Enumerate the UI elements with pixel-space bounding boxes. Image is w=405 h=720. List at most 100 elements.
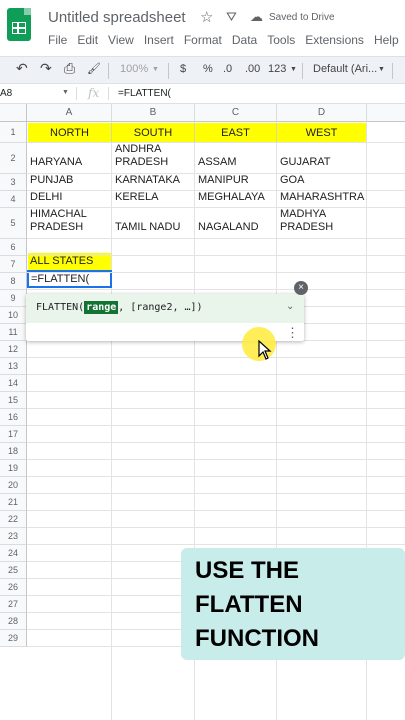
- document-title[interactable]: Untitled spreadsheet: [48, 9, 186, 26]
- close-tooltip-icon[interactable]: ×: [294, 281, 308, 295]
- menu-tools[interactable]: Tools: [267, 33, 295, 47]
- row-header-26[interactable]: 26: [0, 579, 27, 596]
- caption-text: USE THE FLATTEN FUNCTION: [195, 557, 319, 652]
- cell-a7[interactable]: ALL STATES: [27, 255, 112, 268]
- row-header-25[interactable]: 25: [0, 562, 27, 579]
- more-formats-chevron-icon: ▼: [290, 66, 297, 73]
- zoom-select[interactable]: 100%: [120, 63, 148, 75]
- cell-b3[interactable]: KARNATAKA: [112, 174, 194, 187]
- sheets-logo-icon[interactable]: [7, 8, 31, 41]
- row-header-17[interactable]: 17: [0, 426, 27, 443]
- cell-c5[interactable]: NAGALAND: [195, 221, 277, 234]
- cell-d4[interactable]: MAHARASHTRA: [277, 191, 367, 204]
- cell-a1[interactable]: NORTH: [28, 123, 111, 143]
- formula-input[interactable]: =FLATTEN(: [118, 88, 171, 99]
- row-header-5[interactable]: 5: [0, 208, 27, 239]
- cloud-saved-icon: ☁: [250, 9, 263, 24]
- cell-a2[interactable]: HARYANA: [27, 156, 112, 169]
- row-header-29[interactable]: 29: [0, 630, 27, 647]
- redo-icon[interactable]: ↷: [40, 60, 52, 77]
- cell-b4[interactable]: KERELA: [112, 191, 194, 204]
- row-header-3[interactable]: 3: [0, 174, 27, 191]
- row-header-23[interactable]: 23: [0, 528, 27, 545]
- font-select[interactable]: Default (Ari...: [313, 63, 377, 75]
- row-header-11[interactable]: 11: [0, 324, 27, 341]
- row-header-14[interactable]: 14: [0, 375, 27, 392]
- expand-chevron-icon[interactable]: ⌄: [286, 301, 294, 312]
- cell-c4[interactable]: MEGHALAYA: [195, 191, 277, 204]
- name-box-chevron-icon[interactable]: ▼: [62, 89, 69, 96]
- cell-a3[interactable]: PUNJAB: [27, 174, 112, 187]
- menu-file[interactable]: File: [48, 33, 67, 47]
- increase-decimal-button[interactable]: .00: [245, 63, 260, 75]
- row-header-2[interactable]: 2: [0, 143, 27, 174]
- gridline: [27, 391, 405, 392]
- formula-bar-divider: [108, 87, 109, 100]
- cell-d3[interactable]: GOA: [277, 174, 367, 187]
- undo-icon[interactable]: ↶: [16, 60, 28, 77]
- menu-format[interactable]: Format: [184, 33, 222, 47]
- name-box[interactable]: A8: [0, 88, 70, 99]
- column-header-a[interactable]: A: [27, 104, 112, 122]
- row-header-1[interactable]: 1: [0, 122, 27, 143]
- cell-c1[interactable]: EAST: [195, 123, 276, 143]
- row-header-22[interactable]: 22: [0, 511, 27, 528]
- menu-edit[interactable]: Edit: [77, 33, 98, 47]
- move-to-drive-icon[interactable]: ⛛: [226, 9, 237, 25]
- row-header-28[interactable]: 28: [0, 613, 27, 630]
- menu-help[interactable]: Help: [374, 33, 399, 47]
- percent-format-button[interactable]: %: [203, 63, 213, 75]
- paint-format-icon[interactable]: 🖌: [87, 62, 101, 75]
- cell-d1[interactable]: WEST: [277, 123, 366, 143]
- row-header-13[interactable]: 13: [0, 358, 27, 375]
- gridline: [27, 173, 405, 174]
- print-icon[interactable]: ⎙: [64, 60, 75, 77]
- menu-insert[interactable]: Insert: [144, 33, 174, 47]
- column-header-e[interactable]: [367, 104, 405, 122]
- row-header-10[interactable]: 10: [0, 307, 27, 324]
- row-header-15[interactable]: 15: [0, 392, 27, 409]
- gridline: [27, 408, 405, 409]
- menu-extensions[interactable]: Extensions: [305, 33, 364, 47]
- gridline: [27, 493, 405, 494]
- more-formats-button[interactable]: 123: [268, 63, 286, 75]
- row-header-9[interactable]: 9: [0, 290, 27, 307]
- row-header-16[interactable]: 16: [0, 409, 27, 426]
- row-header-20[interactable]: 20: [0, 477, 27, 494]
- column-header-b[interactable]: B: [112, 104, 195, 122]
- decrease-decimal-button[interactable]: .0: [223, 63, 232, 75]
- row-header-6[interactable]: 6: [0, 239, 27, 256]
- menu-view[interactable]: View: [108, 33, 134, 47]
- cell-a4[interactable]: DELHI: [27, 191, 112, 204]
- column-header-d[interactable]: D: [277, 104, 367, 122]
- cell-d5[interactable]: MADHYA PRADESH: [277, 208, 367, 234]
- row-header-24[interactable]: 24: [0, 545, 27, 562]
- cell-c2[interactable]: ASSAM: [195, 156, 277, 169]
- cell-b1[interactable]: SOUTH: [112, 123, 194, 143]
- row-header-19[interactable]: 19: [0, 460, 27, 477]
- row-header-4[interactable]: 4: [0, 191, 27, 208]
- gridline: [27, 374, 405, 375]
- cell-editor-text[interactable]: =FLATTEN(: [31, 273, 89, 285]
- star-icon[interactable]: ☆: [200, 8, 213, 26]
- row-header-7[interactable]: 7: [0, 256, 27, 273]
- row-header-8[interactable]: 8: [0, 273, 27, 290]
- currency-format-button[interactable]: $: [180, 63, 186, 75]
- gridline: [27, 207, 405, 208]
- select-all-corner[interactable]: [0, 104, 27, 122]
- cell-a5[interactable]: HIMACHAL PRADESH: [27, 208, 112, 234]
- cell-d2[interactable]: GUJARAT: [277, 156, 367, 169]
- menu-data[interactable]: Data: [232, 33, 257, 47]
- row-header-27[interactable]: 27: [0, 596, 27, 613]
- gridline: [27, 442, 405, 443]
- cell-b5[interactable]: TAMIL NADU: [112, 221, 194, 234]
- cell-b2[interactable]: ANDHRA PRADESH: [112, 143, 194, 169]
- row-header-18[interactable]: 18: [0, 443, 27, 460]
- more-options-icon[interactable]: ⋮: [286, 325, 299, 341]
- gridline: [27, 255, 405, 256]
- toolbar-divider: [108, 63, 109, 79]
- row-header-21[interactable]: 21: [0, 494, 27, 511]
- row-header-12[interactable]: 12: [0, 341, 27, 358]
- cell-c3[interactable]: MANIPUR: [195, 174, 277, 187]
- column-header-c[interactable]: C: [195, 104, 277, 122]
